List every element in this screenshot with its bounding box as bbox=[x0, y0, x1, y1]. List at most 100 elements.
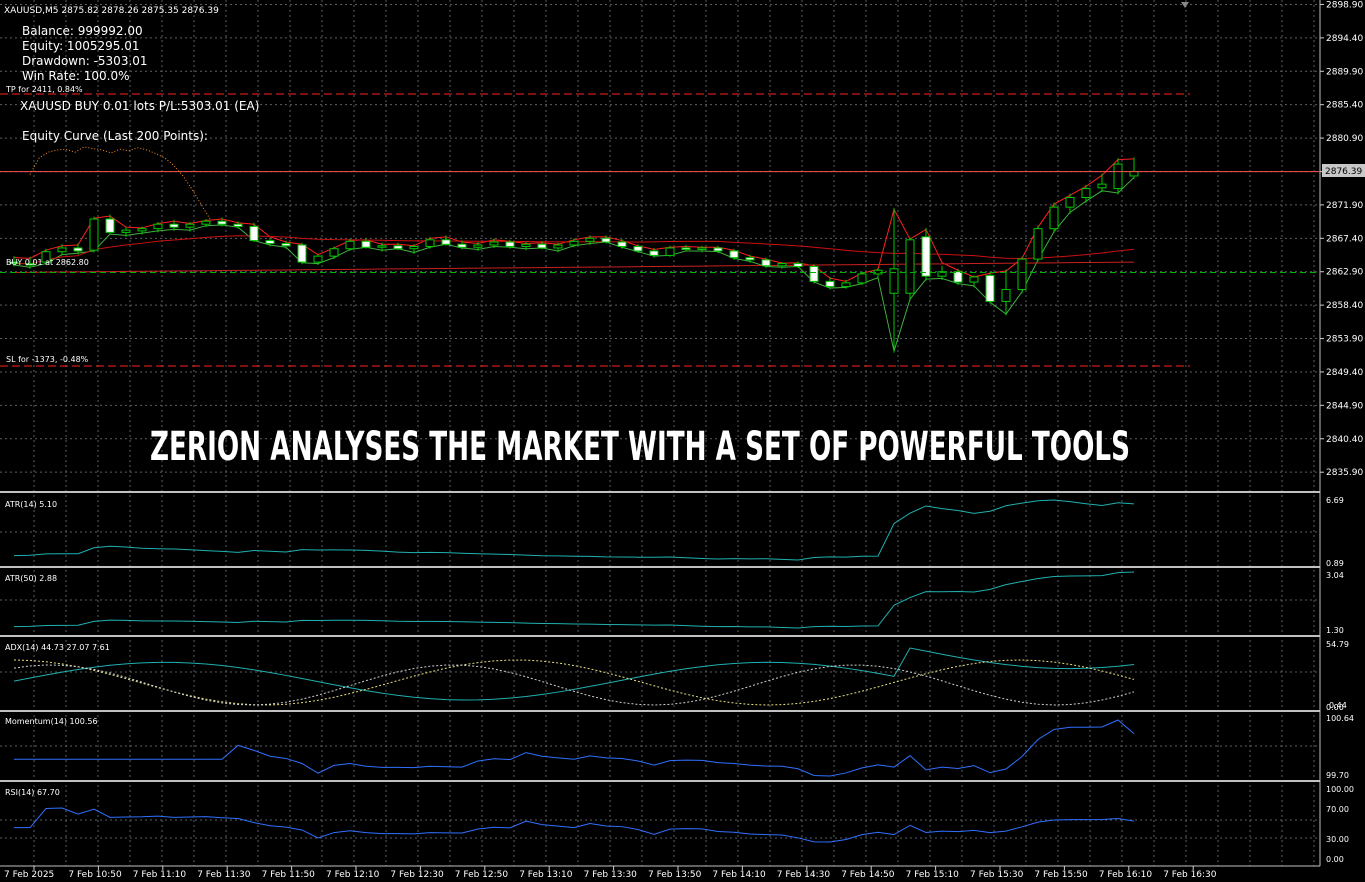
buy-label: BUY 0.01 at 2862.80 bbox=[6, 258, 89, 267]
price-axis[interactable]: 2898.90 2894.40 2889.90 2885.40 2880.90 2876.… bbox=[1320, 0, 1363, 478]
candle-bull bbox=[905, 239, 915, 294]
candle-bull bbox=[841, 282, 851, 288]
price-tick-label: 2844.90 bbox=[1326, 401, 1363, 411]
candle-bear bbox=[745, 257, 755, 261]
candle-bull bbox=[345, 240, 355, 250]
rsi-label: RSI(14) 67.70 bbox=[5, 788, 60, 797]
candle-bull bbox=[137, 228, 147, 232]
candle-bear bbox=[617, 241, 627, 247]
adx-max: 54.79 bbox=[1326, 640, 1349, 649]
price-tick-label: 2862.90 bbox=[1326, 268, 1363, 278]
candle-bull bbox=[665, 247, 675, 256]
candle-bear bbox=[761, 259, 771, 267]
time-tick-label: 7 Feb 15:10 bbox=[906, 870, 960, 880]
candle-bull bbox=[409, 245, 419, 250]
atr14-min: 0.89 bbox=[1326, 559, 1344, 568]
candle-bear bbox=[953, 271, 963, 283]
candle-bear bbox=[921, 236, 931, 277]
candle-bull bbox=[1001, 289, 1011, 302]
equity-curve-label: Equity Curve (Last 200 Points): bbox=[22, 129, 208, 143]
candle-bear bbox=[73, 247, 83, 252]
price-tick-label: 2885.40 bbox=[1326, 101, 1363, 111]
atr14-label: ATR(14) 5.10 bbox=[5, 500, 57, 509]
price-tick-label: 2853.90 bbox=[1326, 335, 1363, 345]
candle-bull bbox=[569, 240, 579, 246]
time-tick-label: 7 Feb 13:30 bbox=[584, 870, 638, 880]
candle-bear bbox=[361, 240, 371, 248]
win-rate-text: Win Rate: 100.0% bbox=[22, 69, 129, 83]
overlay-title: ZERION ANALYSES THE MARKET WITH A SET OF… bbox=[150, 424, 1130, 470]
time-tick-label: 7 Feb 13:10 bbox=[519, 870, 573, 880]
rsi-level-0: 0.00 bbox=[1326, 855, 1344, 864]
equity-text: Equity: 1005295.01 bbox=[22, 39, 139, 53]
drawdown-text: Drawdown: -5303.01 bbox=[22, 54, 148, 68]
time-tick-label: 7 Feb 12:50 bbox=[455, 870, 509, 880]
candle-bull bbox=[1081, 188, 1091, 198]
candle-bear bbox=[505, 241, 515, 247]
momentum-min: 99.70 bbox=[1326, 771, 1349, 780]
candle-bull bbox=[201, 220, 211, 225]
candle-bear bbox=[169, 223, 179, 228]
time-tick-label: 7 Feb 15:50 bbox=[1034, 870, 1088, 880]
candle-bear bbox=[105, 218, 115, 233]
time-tick-label: 7 Feb 12:30 bbox=[390, 870, 444, 880]
time-tick-label: 7 Feb 11:50 bbox=[262, 870, 316, 880]
time-tick-label: 7 Feb 14:10 bbox=[712, 870, 766, 880]
candle-bear bbox=[217, 220, 227, 225]
trading-chart[interactable]: 2898.90 2894.40 2889.90 2885.40 2880.90 2876.… bbox=[0, 0, 1365, 882]
candle-bull bbox=[377, 245, 387, 248]
price-tick-label: 2871.90 bbox=[1326, 201, 1363, 211]
adx-min-b: 0.00 bbox=[1326, 703, 1344, 712]
momentum-label: Momentum(14) 100.56 bbox=[5, 717, 98, 726]
candle-bear bbox=[713, 247, 723, 252]
adx-label: ADX(14) 44.73 27.07 7.61 bbox=[5, 643, 110, 652]
candle-bear bbox=[633, 245, 643, 252]
candle-bear bbox=[601, 237, 611, 243]
time-tick-label: 7 Feb 11:30 bbox=[197, 870, 251, 880]
candle-bear bbox=[281, 243, 291, 247]
candle-bull bbox=[473, 244, 483, 248]
candle-bull bbox=[1129, 171, 1139, 177]
price-tick-label: 2867.40 bbox=[1326, 234, 1363, 244]
candle-bull bbox=[425, 239, 435, 247]
price-tick-label: 2880.90 bbox=[1326, 134, 1363, 144]
atr50-max: 3.04 bbox=[1326, 571, 1344, 580]
atr50-min: 1.30 bbox=[1326, 626, 1344, 635]
candle-bear bbox=[457, 243, 467, 248]
position-text: XAUUSD BUY 0.01 lots P/L:5303.01 (EA) bbox=[20, 99, 259, 113]
symbol-info: XAUUSD,M5 2875.82 2878.26 2875.35 2876.3… bbox=[4, 6, 219, 16]
candle-bull bbox=[489, 241, 499, 246]
time-tick-label: 7 Feb 14:30 bbox=[777, 870, 831, 880]
price-tick-label: 2858.40 bbox=[1326, 301, 1363, 311]
time-tick-label: 7 Feb 15:30 bbox=[970, 870, 1024, 880]
price-tick-label: 2894.40 bbox=[1326, 34, 1363, 44]
atr50-label: ATR(50) 2.88 bbox=[5, 574, 57, 583]
time-tick-label: 7 Feb 10:50 bbox=[68, 870, 122, 880]
price-tick-label: 2889.90 bbox=[1326, 67, 1363, 77]
time-tick-label: 7 Feb 11:10 bbox=[133, 870, 187, 880]
candle-bear bbox=[729, 250, 739, 259]
candle-bull bbox=[521, 243, 531, 247]
candle-bull bbox=[153, 223, 163, 230]
candle-bear bbox=[649, 250, 659, 256]
candle-bear bbox=[681, 247, 691, 250]
candle-bull bbox=[857, 273, 867, 284]
current-price-label: 2876.39 bbox=[1325, 167, 1362, 177]
momentum-max: 100.64 bbox=[1326, 714, 1354, 723]
time-tick-label: 7 Feb 13:50 bbox=[648, 870, 702, 880]
time-tick-label: 7 Feb 2025 bbox=[4, 870, 54, 880]
time-tick-label: 7 Feb 14:50 bbox=[841, 870, 895, 880]
rsi-level-70: 70.00 bbox=[1326, 805, 1349, 814]
candle-bear bbox=[393, 245, 403, 250]
sl-label: SL for -1373, -0.48% bbox=[6, 355, 89, 364]
price-tick-label: 2849.40 bbox=[1326, 368, 1363, 378]
rsi-level-100: 100.00 bbox=[1326, 785, 1354, 794]
rsi-level-30: 30.00 bbox=[1326, 835, 1349, 844]
candle-bull bbox=[1033, 228, 1043, 260]
candle-bear bbox=[985, 274, 995, 302]
time-tick-label: 7 Feb 16:10 bbox=[1099, 870, 1153, 880]
tp-label: TP for 2411, 0.84% bbox=[5, 85, 83, 94]
time-tick-label: 7 Feb 12:10 bbox=[326, 870, 380, 880]
candle-bear bbox=[793, 263, 803, 268]
candle-bull bbox=[697, 247, 707, 250]
